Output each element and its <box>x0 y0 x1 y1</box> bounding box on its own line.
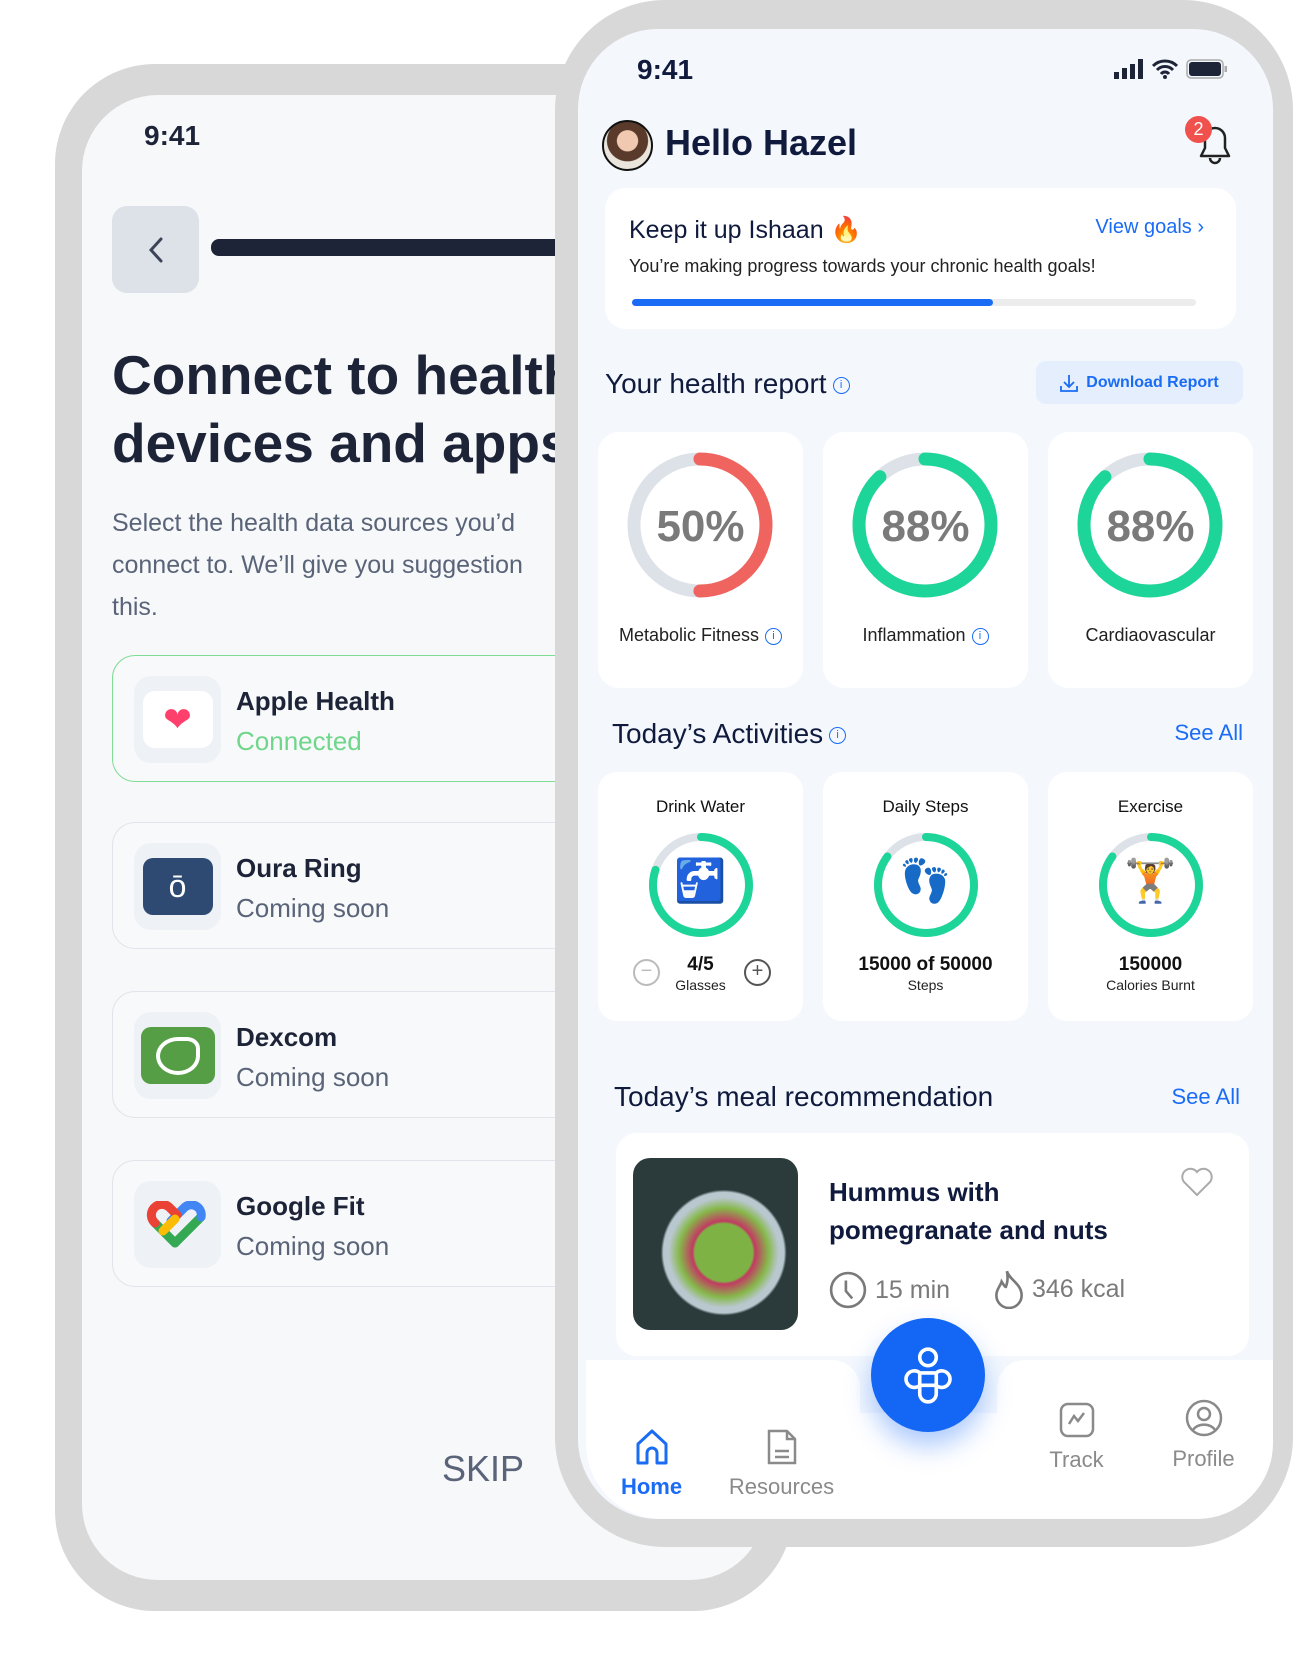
activity-title: Exercise <box>1117 797 1184 816</box>
goal-card-subtitle: You’re making progress towards your chro… <box>629 256 1096 276</box>
heart-icon: ❤ <box>142 691 213 748</box>
meal-time: 15 min <box>829 1271 950 1309</box>
profile-icon <box>1185 1399 1222 1437</box>
activities-see-all-link[interactable]: See All <box>1175 720 1244 746</box>
activity-card[interactable]: Daily Steps 👣 15000 of 50000 Steps <box>823 772 1028 1021</box>
chevron-left-icon <box>148 237 162 262</box>
goal-card-title: Keep it up Ishaan 🔥 <box>629 216 862 244</box>
status-icons <box>1114 59 1228 79</box>
info-icon[interactable]: i <box>832 377 850 395</box>
meal-calories: 346 kcal <box>992 1269 1125 1309</box>
meal-name: Hummus with pomegranate and nuts <box>829 1177 1108 1245</box>
chevron-right-icon: › <box>1197 216 1204 238</box>
health-report-card[interactable]: 88% Inflammation i <box>823 432 1028 688</box>
clock-icon <box>829 1271 867 1309</box>
activities-title: Today’s Activities i <box>612 718 847 750</box>
activity-unit: Glasses <box>675 977 726 993</box>
report-label: Metabolic Fitness i <box>598 625 803 646</box>
skip-button[interactable]: SKIP <box>442 1448 524 1490</box>
avatar[interactable] <box>602 120 653 171</box>
back-button[interactable] <box>112 206 199 293</box>
info-icon[interactable]: i <box>829 727 847 745</box>
status-time: 9:41 <box>144 120 201 151</box>
status-time: 9:41 <box>637 54 694 85</box>
nav-profile[interactable]: Profile <box>1140 1399 1267 1472</box>
goal-card: Keep it up Ishaan 🔥 View goals › You’re … <box>605 188 1236 329</box>
dexcom-icon <box>140 1027 215 1084</box>
meal-see-all-link[interactable]: See All <box>1172 1084 1241 1110</box>
info-icon[interactable]: i <box>765 627 783 645</box>
activity-value: 150000 <box>1118 954 1183 975</box>
page-title: Connect to health devices and apps <box>112 344 577 474</box>
activity-emoji-icon: 🏋️ <box>1124 857 1177 904</box>
meal-title: Today’s meal recommendation <box>614 1081 994 1112</box>
home-screen: 9:41 Hello Hazel 2 Keep it up Ishaan 🔥 V… <box>578 29 1273 1519</box>
signal-icon <box>1114 59 1143 79</box>
report-percent: 50% <box>656 502 745 551</box>
goal-progress-fill <box>632 299 993 306</box>
report-percent: 88% <box>1106 502 1195 551</box>
increase-button[interactable]: + <box>744 959 771 986</box>
greeting-title: Hello Hazel <box>665 122 858 163</box>
download-report-button[interactable]: Download Report <box>1036 361 1243 404</box>
activity-card[interactable]: Exercise 🏋️ 150000 Calories Burnt <box>1048 772 1253 1021</box>
notifications-button[interactable]: 2 <box>1185 116 1237 166</box>
activity-unit: Calories Burnt <box>1106 977 1195 993</box>
center-action-button[interactable] <box>871 1318 985 1432</box>
nav-resources[interactable]: Resources <box>718 1429 845 1500</box>
activity-emoji-icon: 👣 <box>899 857 952 904</box>
activity-unit: Steps <box>907 977 944 993</box>
meal-image <box>633 1158 798 1330</box>
decrease-button[interactable]: − <box>633 959 660 986</box>
activity-title: Daily Steps <box>882 797 969 816</box>
report-label: Inflammation i <box>823 625 1028 646</box>
notification-badge: 2 <box>1185 116 1212 143</box>
activity-title: Drink Water <box>655 797 746 816</box>
document-icon <box>767 1429 796 1465</box>
view-goals-link[interactable]: View goals › <box>1095 216 1204 239</box>
battery-icon <box>1186 59 1227 79</box>
wifi-icon <box>1152 59 1178 79</box>
nav-home[interactable]: Home <box>588 1429 715 1500</box>
health-report-title: Your health report i <box>605 368 850 400</box>
google-fit-icon <box>146 1200 206 1247</box>
activity-emoji-icon: 🚰 <box>674 857 727 904</box>
favorite-heart-icon[interactable] <box>1180 1167 1214 1197</box>
info-icon[interactable]: i <box>971 627 989 645</box>
health-report-card[interactable]: 88% Cardiaovascular <box>1048 432 1253 688</box>
activity-card[interactable]: Drink Water 🚰 4/5 Glasses − + <box>598 772 803 1021</box>
report-label: Cardiaovascular <box>1085 625 1216 645</box>
chart-icon <box>1059 1402 1094 1438</box>
activity-value: 4/5 <box>687 954 714 975</box>
home-icon <box>636 1429 667 1465</box>
app-logo-icon <box>904 1347 952 1404</box>
page-subtitle: Select the health data sources you’d con… <box>112 509 523 621</box>
activity-value: 15000 of 50000 <box>858 954 993 975</box>
download-icon <box>1060 374 1079 392</box>
nav-track[interactable]: Track <box>1013 1402 1140 1473</box>
report-percent: 88% <box>881 502 970 551</box>
goal-progress-track <box>632 299 1196 306</box>
flame-icon <box>995 1270 1023 1309</box>
health-report-card[interactable]: 50% Metabolic Fitness i <box>598 432 803 688</box>
oura-ring-icon: ō <box>142 858 213 915</box>
